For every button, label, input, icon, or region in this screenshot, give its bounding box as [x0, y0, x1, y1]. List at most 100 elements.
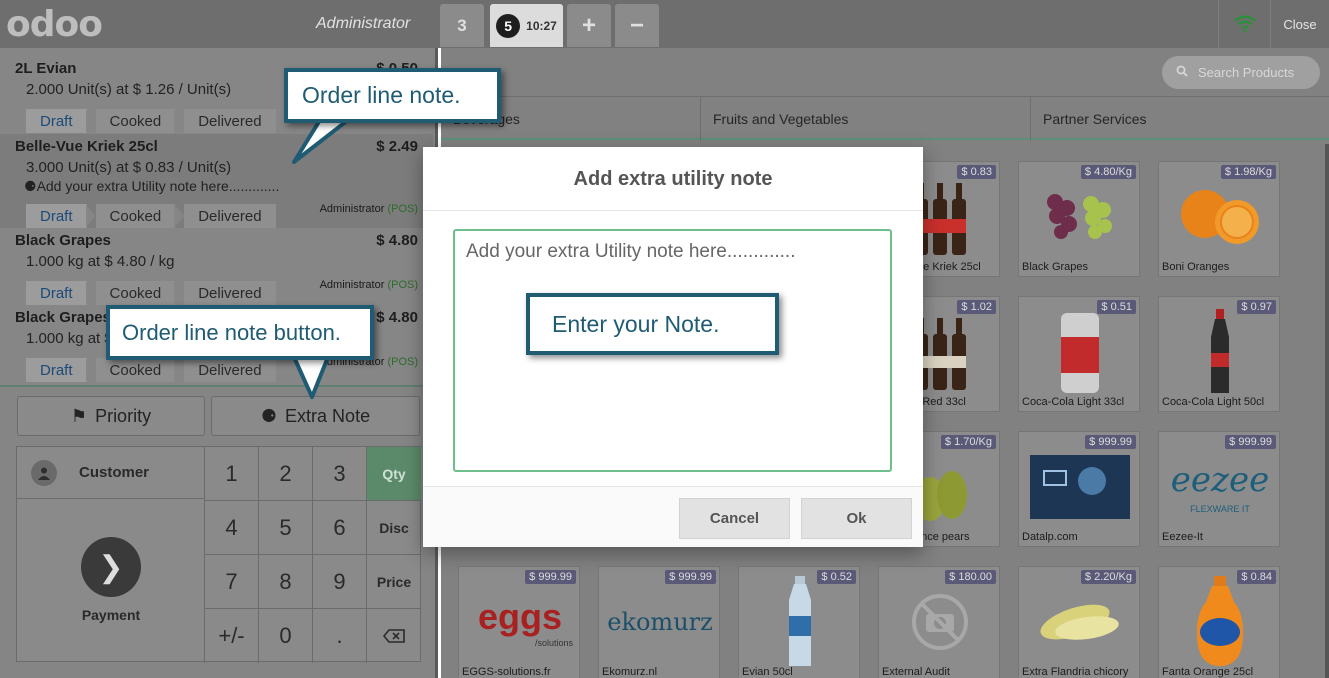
category-fruits-vegetables[interactable]: Fruits and Vegetables [700, 97, 1030, 141]
order-tab-current[interactable]: 5 10:27 [490, 4, 563, 47]
datalp-logo-icon [1027, 444, 1133, 530]
product-card[interactable]: ekomurz $ 999.99 Ekomurz.nl [598, 566, 720, 678]
eggs-logo-sub: /solutions [534, 638, 573, 648]
top-bar: odoo Administrator 3 5 10:27 + − Close [0, 0, 1329, 48]
line-author: Administrator (POS) [320, 279, 418, 291]
cancel-button[interactable]: Cancel [679, 498, 790, 539]
ok-button[interactable]: Ok [801, 498, 912, 539]
eezee-logo-icon: eezee FLEXWARE IT [1167, 444, 1273, 530]
stage-cooked[interactable]: Cooked [95, 204, 176, 228]
key-4[interactable]: 4 [205, 501, 259, 555]
product-card[interactable]: eggs /solutions $ 999.99 EGGS-solutions.… [458, 566, 580, 678]
callout-order-line-note-button: Order line note button. [106, 305, 374, 360]
product-name: EGGS-solutions.fr [462, 666, 551, 678]
stage-delivered[interactable]: Delivered [184, 358, 276, 382]
key-2[interactable]: 2 [259, 447, 313, 501]
key-1[interactable]: 1 [205, 447, 259, 501]
stage-cooked[interactable]: Cooked [95, 281, 176, 305]
extra-note-button[interactable]: ⚈ Extra Note [211, 396, 420, 436]
key-3[interactable]: 3 [313, 447, 367, 501]
product-card[interactable]: $ 999.99 Datalp.com [1018, 431, 1140, 547]
callout-tail [292, 355, 332, 399]
stage-draft[interactable]: Draft [26, 204, 87, 228]
key-9[interactable]: 9 [313, 555, 367, 609]
line-stages: Draft Cooked Delivered [26, 109, 276, 133]
remove-order-button[interactable]: − [615, 4, 659, 47]
stage-delivered[interactable]: Delivered [184, 109, 276, 133]
add-order-button[interactable]: + [567, 4, 611, 47]
key-6[interactable]: 6 [313, 501, 367, 555]
stage-cooked[interactable]: Cooked [95, 358, 176, 382]
line-price: $ 2.49 [376, 138, 418, 155]
price-tag: $ 180.00 [945, 570, 996, 584]
flag-icon: ⚑ [70, 405, 88, 426]
priority-button[interactable]: ⚑ Priority [17, 396, 205, 436]
product-card[interactable]: $ 0.97 Coca-Cola Light 50cl [1158, 296, 1280, 412]
line-qty-info: 2.000 Unit(s) at $ 1.26 / Unit(s) [26, 81, 232, 98]
search-input[interactable]: Search Products [1162, 56, 1320, 89]
order-pane: 2L Evian $ 0.50 2.000 Unit(s) at $ 1.26 … [0, 48, 438, 678]
key-8[interactable]: 8 [259, 555, 313, 609]
key-5[interactable]: 5 [259, 501, 313, 555]
backspace-icon[interactable] [367, 609, 421, 663]
category-bar: Beverages Fruits and Vegetables Partner … [441, 96, 1329, 141]
no-camera-icon [887, 579, 993, 665]
key-7[interactable]: 7 [205, 555, 259, 609]
price-tag: $ 1.98/Kg [1220, 165, 1276, 179]
order-line-selected[interactable]: Belle-Vue Kriek 25cl $ 2.49 3.000 Unit(s… [0, 134, 433, 228]
scrollbar[interactable] [1325, 144, 1329, 678]
product-card[interactable]: $ 0.84 Fanta Orange 25cl [1158, 566, 1280, 678]
customer-label: Customer [79, 464, 150, 481]
product-name: Black Grapes [1022, 261, 1089, 273]
product-name: External Audit [882, 666, 950, 678]
product-card[interactable]: $ 0.52 Evian 50cl [738, 566, 860, 678]
line-product-name: Black Grapes [15, 309, 111, 326]
stage-draft[interactable]: Draft [26, 281, 87, 305]
callout-order-line-note: Order line note. [284, 68, 501, 123]
payment-button[interactable]: ❯ Payment [17, 499, 205, 663]
line-qty-info: 3.000 Unit(s) at $ 0.83 / Unit(s) [26, 159, 232, 176]
line-author-tag: (POS) [387, 279, 418, 291]
product-card[interactable]: $ 0.51 Coca-Cola Light 33cl [1018, 296, 1140, 412]
product-card[interactable]: $ 2.20/Kg Extra Flandria chicory [1018, 566, 1140, 678]
priority-label: Priority [95, 405, 152, 426]
product-card[interactable]: eezee FLEXWARE IT $ 999.99 Eezee-It [1158, 431, 1280, 547]
mode-price[interactable]: Price [367, 555, 421, 609]
eezee-logo-text: eezee [1170, 460, 1270, 500]
line-product-name: Belle-Vue Kriek 25cl [15, 138, 158, 155]
close-button[interactable]: Close [1270, 0, 1329, 48]
eggs-logo-text: eggs [477, 596, 563, 637]
price-tag: $ 0.52 [817, 570, 856, 584]
key-dot[interactable]: . [313, 609, 367, 663]
product-card[interactable]: $ 4.80/Kg Black Grapes [1018, 161, 1140, 277]
flexware-logo-text: FLEXWARE IT [1190, 504, 1250, 514]
stage-delivered[interactable]: Delivered [184, 204, 276, 228]
key-0[interactable]: 0 [259, 609, 313, 663]
line-author: Administrator (POS) [320, 203, 418, 215]
current-user[interactable]: Administrator [316, 15, 410, 33]
customer-button[interactable]: Customer [17, 447, 205, 499]
line-qty-info: 1.000 kg at $ 4.80 / kg [26, 253, 175, 270]
fanta-bottle-icon [1167, 576, 1273, 666]
chevron-right-icon: ❯ [81, 537, 141, 597]
product-card[interactable]: $ 180.00 External Audit [878, 566, 1000, 678]
user-icon [31, 459, 57, 486]
ekomurz-logo-icon: ekomurz [607, 579, 713, 665]
order-tab-label: 3 [457, 15, 467, 35]
price-tag: $ 0.84 [1237, 570, 1276, 584]
callout-text: Order line note. [302, 82, 461, 108]
category-partner-services[interactable]: Partner Services [1030, 97, 1329, 141]
stage-cooked[interactable]: Cooked [95, 109, 176, 133]
mode-disc[interactable]: Disc [367, 501, 421, 555]
product-name: Boni Oranges [1162, 261, 1230, 273]
key-plus-minus[interactable]: +/- [205, 609, 259, 663]
stage-draft[interactable]: Draft [26, 358, 87, 382]
stage-delivered[interactable]: Delivered [184, 281, 276, 305]
stage-draft[interactable]: Draft [26, 109, 87, 133]
chicory-icon [1027, 579, 1133, 665]
order-line[interactable]: Black Grapes $ 4.80 1.000 kg at $ 4.80 /… [0, 228, 433, 305]
mode-qty[interactable]: Qty [367, 447, 421, 501]
numpad: Customer ❯ Payment 1 2 3 Qty 4 5 6 Disc … [16, 446, 421, 663]
order-tab-3[interactable]: 3 [440, 4, 484, 47]
product-card[interactable]: $ 1.98/Kg Boni Oranges [1158, 161, 1280, 277]
